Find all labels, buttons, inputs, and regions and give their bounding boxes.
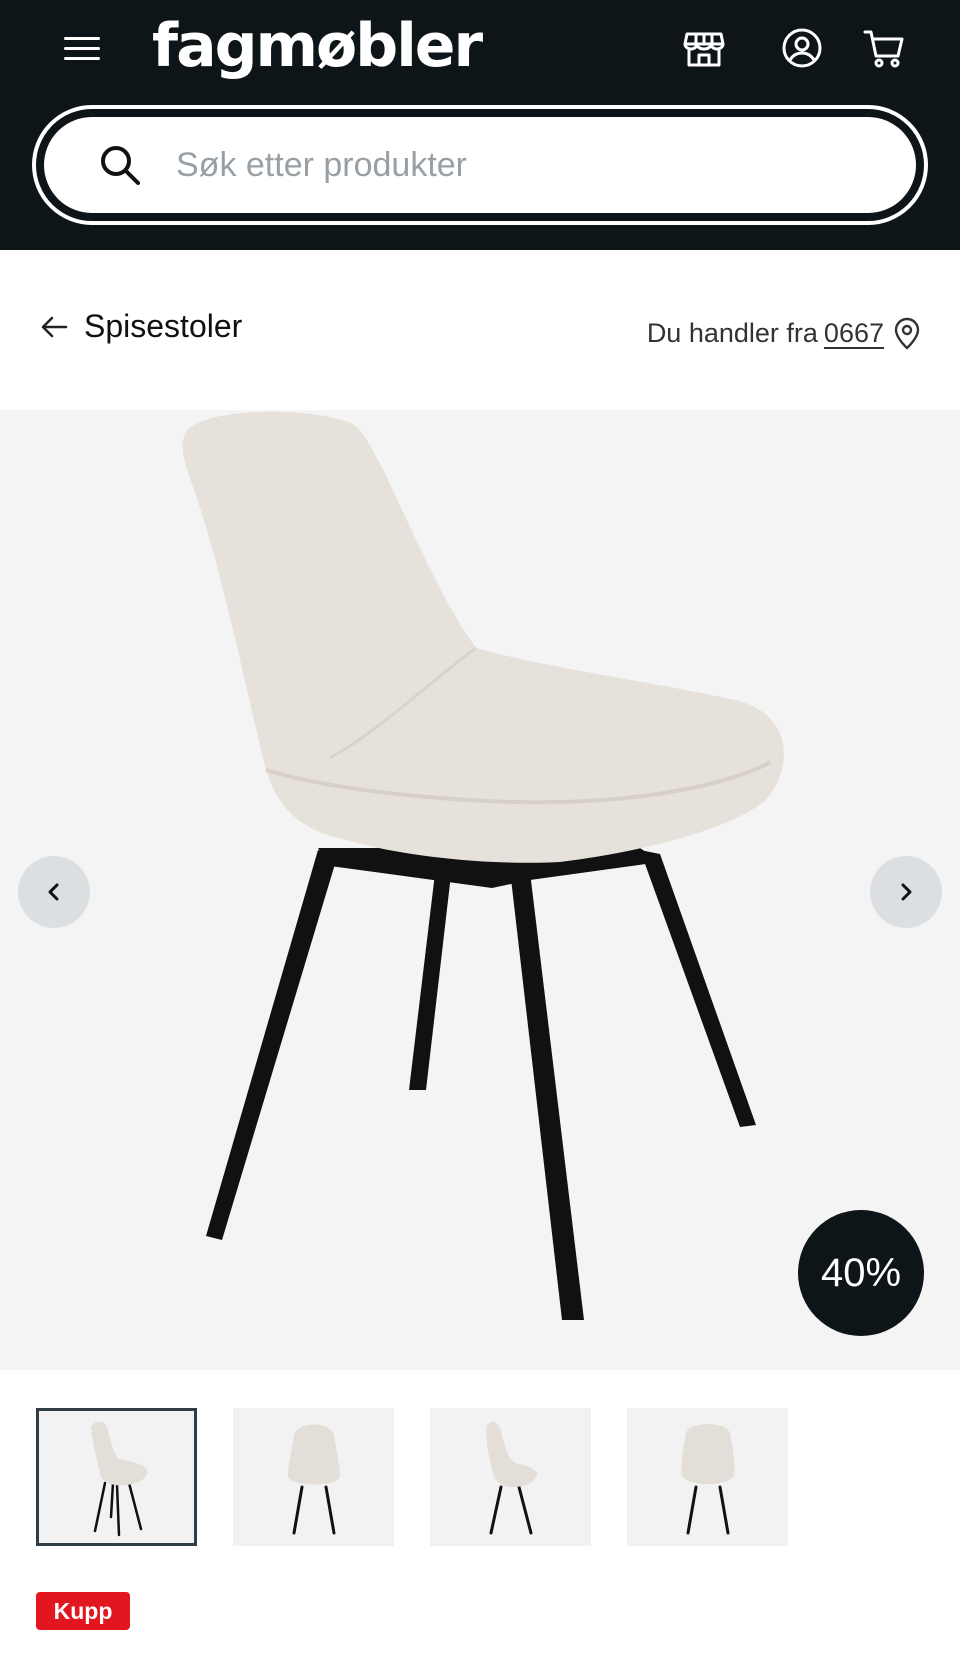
chair-leg (510, 870, 584, 1320)
back-link-label: Spisestoler (84, 308, 243, 344)
chair-shell (182, 411, 784, 863)
chair-leg (640, 850, 756, 1127)
chevron-right-icon (901, 883, 912, 901)
back-link[interactable]: Spisestoler (38, 308, 242, 345)
chair-back-image (680, 1424, 735, 1535)
chair-leg (206, 850, 338, 1240)
gallery-next-button[interactable] (870, 856, 942, 928)
store-selector: Du handler fra 0667 (647, 316, 922, 350)
store-prefix: Du handler fra (646, 317, 818, 348)
discount-badge: 40% (798, 1210, 924, 1336)
product-image-gallery: 40% (0, 410, 960, 1370)
chair-angled-image (90, 1421, 147, 1537)
product-image (182, 411, 784, 1320)
search-bar (32, 105, 928, 225)
chair-side-image (485, 1422, 537, 1535)
thumbnail-strip (36, 1408, 788, 1546)
arrow-left-icon (41, 316, 68, 337)
chevron-left-icon (48, 883, 59, 901)
logo[interactable]: fagmøbler (152, 6, 483, 86)
search-icon[interactable] (98, 143, 142, 187)
store-icon[interactable] (678, 22, 730, 74)
location-pin-icon[interactable] (892, 316, 922, 350)
account-icon[interactable] (776, 22, 828, 74)
site-header: fagmøbler (0, 0, 960, 250)
thumbnail-back[interactable] (627, 1408, 788, 1546)
gallery-prev-button[interactable] (18, 856, 90, 928)
store-code-link[interactable]: 0667 (824, 318, 884, 349)
kupp-badge: Kupp (36, 1592, 130, 1630)
chair-leg (409, 865, 452, 1090)
menu-icon[interactable] (64, 30, 108, 66)
search-input[interactable] (176, 145, 816, 185)
cart-icon[interactable] (858, 22, 910, 74)
chair-front-image (287, 1424, 340, 1535)
thumbnail-angled[interactable] (36, 1408, 197, 1546)
thumbnail-front[interactable] (233, 1408, 394, 1546)
thumbnail-side[interactable] (430, 1408, 591, 1546)
